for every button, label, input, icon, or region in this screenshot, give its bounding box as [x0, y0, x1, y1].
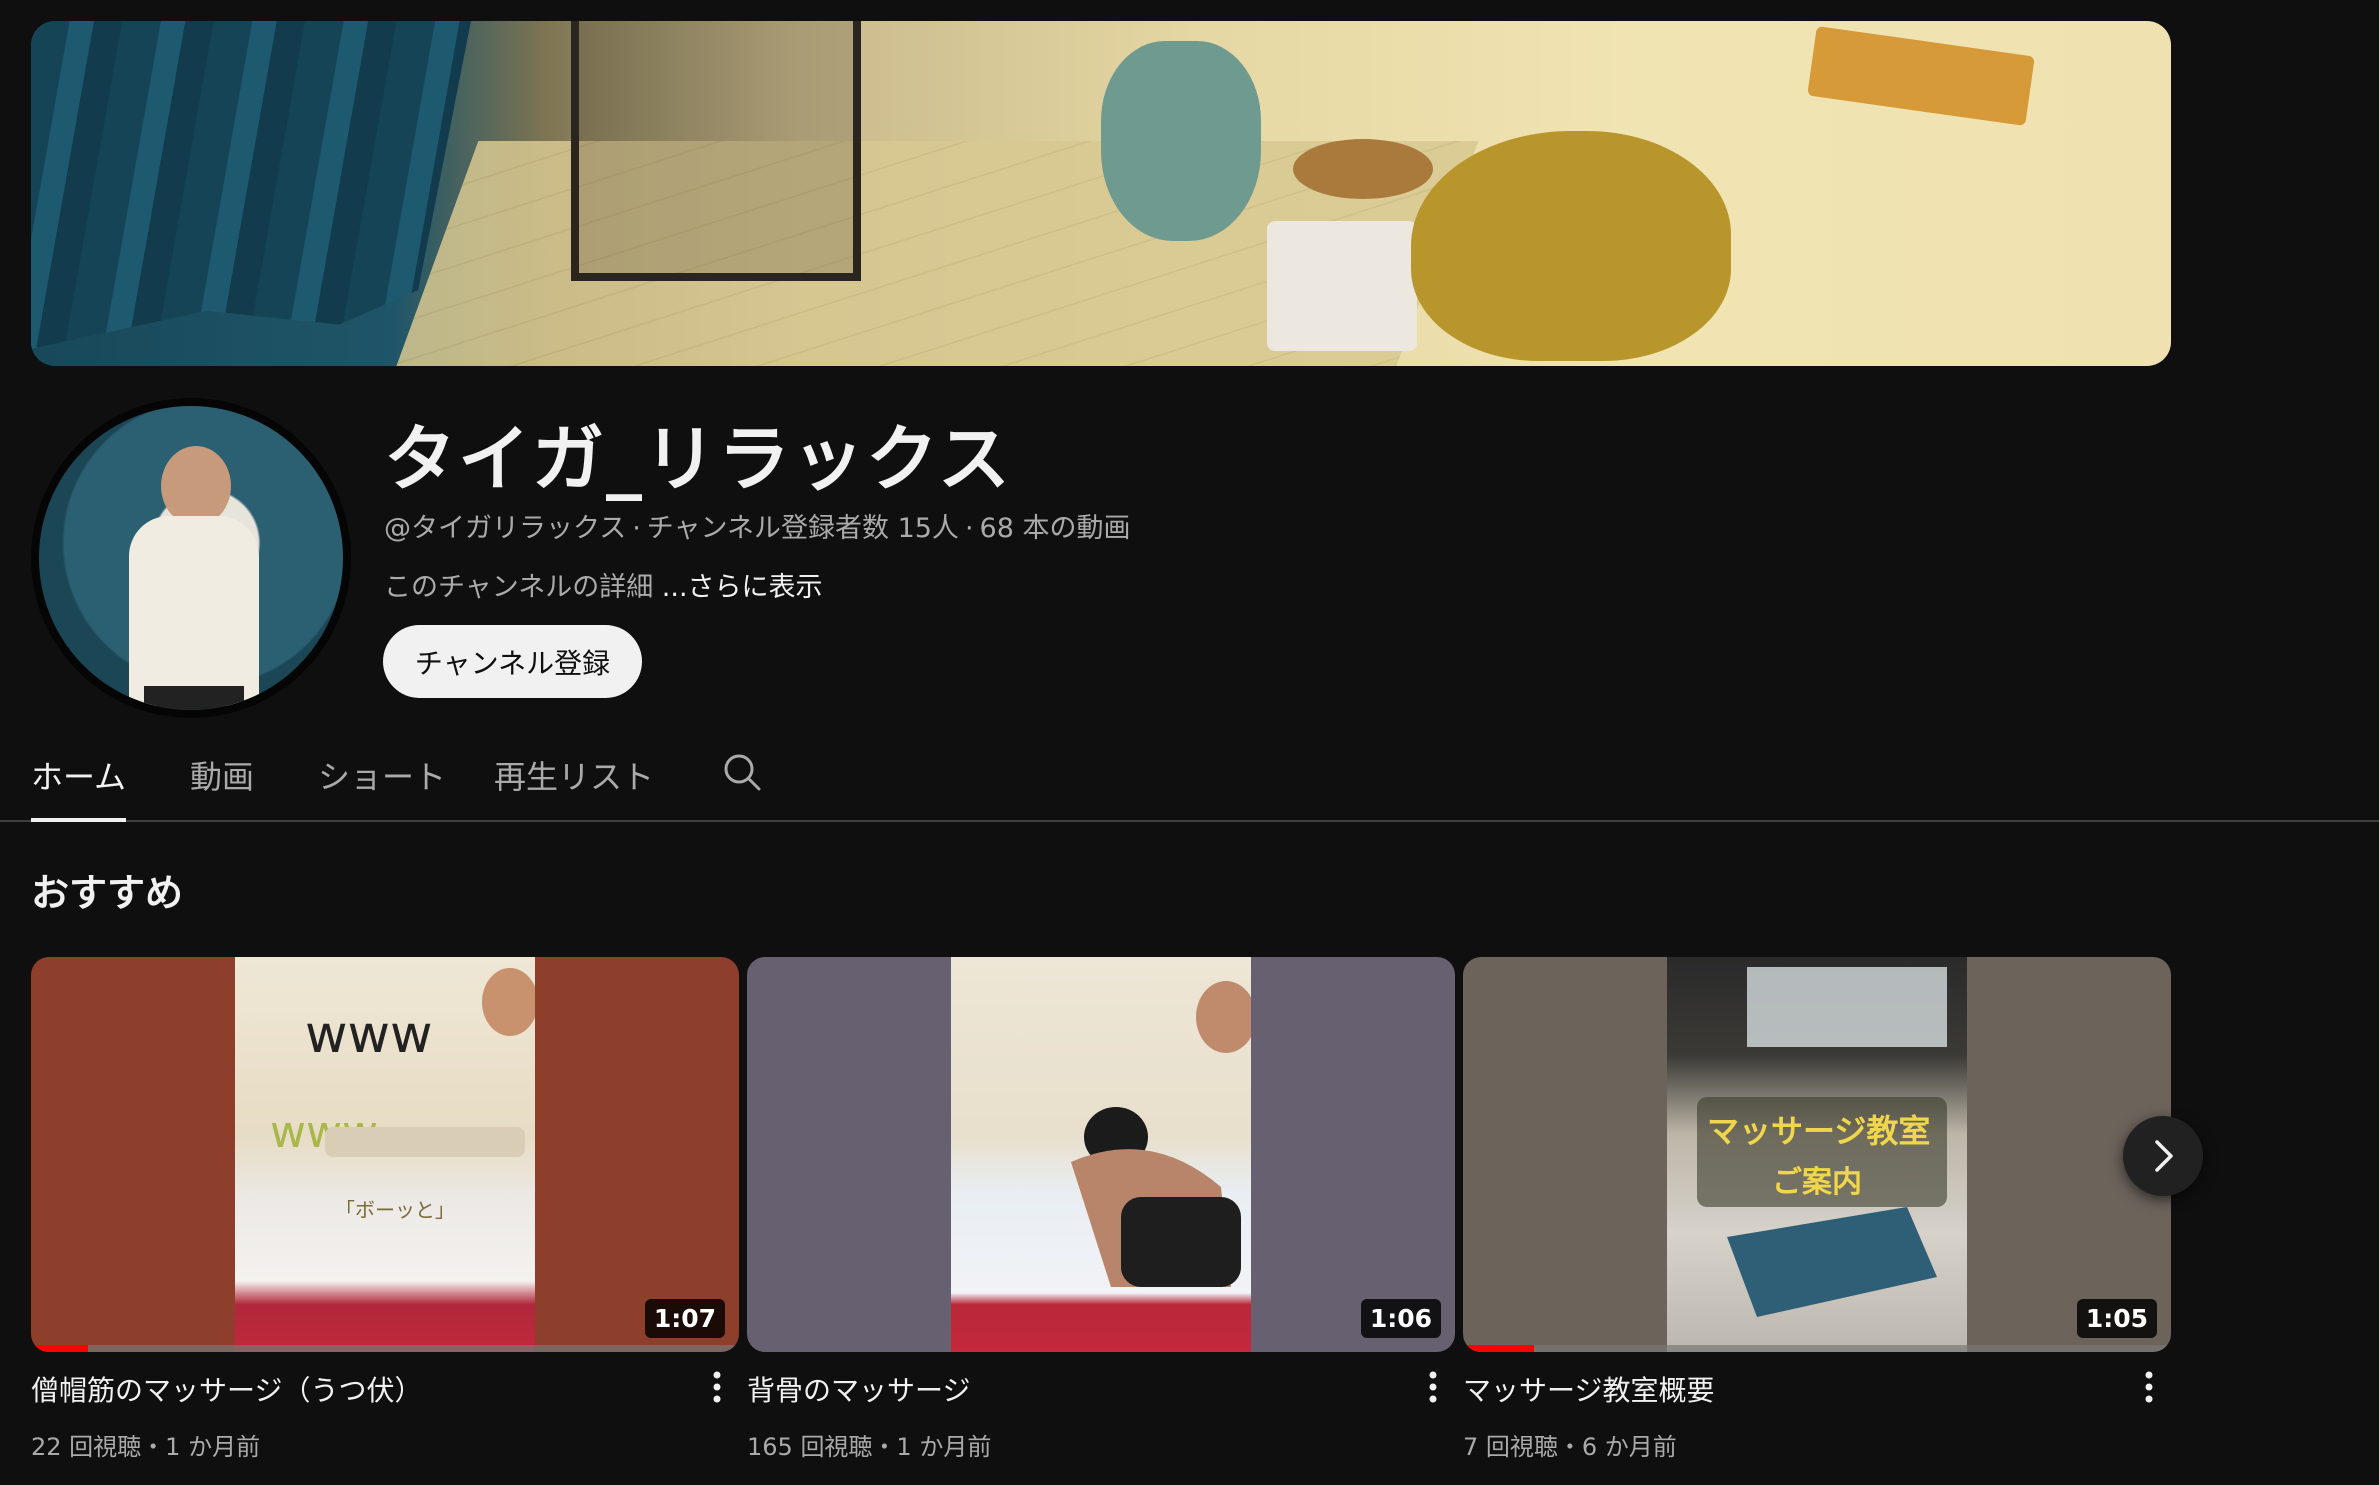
tab-home[interactable]: ホーム [31, 752, 127, 822]
video-card[interactable]: www www 「ボーッと」 1:07 僧帽筋のマッサージ（うつ伏） 22 回視… [31, 957, 739, 1461]
video-thumbnail[interactable]: www www 「ボーッと」 1:07 [31, 957, 739, 1352]
more-vert-icon[interactable] [2139, 1367, 2159, 1407]
banner-side-table [1293, 139, 1433, 199]
avatar-head [161, 446, 231, 526]
video-card[interactable]: 1:06 背骨のマッサージ 165 回視聴・1 か月前 [747, 957, 1455, 1461]
tab-shorts[interactable]: ショート [318, 752, 446, 822]
overlay-text-classroom: マッサージ教室 [1707, 1112, 1930, 1150]
banner-shelf [571, 21, 861, 281]
tab-videos[interactable]: 動画 [190, 752, 254, 822]
video-duration: 1:05 [2076, 1299, 2157, 1338]
video-title[interactable]: 背骨のマッサージ [747, 1369, 970, 1409]
video-card[interactable]: マッサージ教室 ご案内 1:05 マッサージ教室概要 7 回視聴・6 か月前 [1463, 957, 2171, 1461]
tab-playlists[interactable]: 再生リスト [494, 752, 654, 822]
video-duration: 1:06 [1360, 1299, 1441, 1338]
channel-avatar[interactable] [31, 398, 351, 718]
chevron-right-icon[interactable] [2123, 1116, 2203, 1196]
banner-chair-yellow [1411, 131, 1731, 361]
channel-name: タイガ_リラックス [384, 417, 1012, 501]
channel-banner [31, 21, 2171, 366]
video-thumbnail[interactable]: 1:06 [747, 957, 1455, 1352]
thumbnail-image [951, 957, 1256, 1352]
banner-basket [1267, 221, 1417, 351]
show-more-link[interactable]: ...さらに表示 [662, 572, 823, 603]
thumbnail-image: マッサージ教室 ご案内 [1667, 957, 1967, 1352]
video-thumbnail[interactable]: マッサージ教室 ご案内 1:05 [1463, 957, 2171, 1352]
overlay-text-quote: 「ボーッと」 [335, 1198, 455, 1222]
more-vert-icon[interactable] [707, 1367, 727, 1407]
video-meta: 22 回視聴・1 か月前 [31, 1433, 261, 1461]
overlay-text-guide: ご案内 [1772, 1165, 1862, 1200]
overlay-text-www-1: www [305, 1005, 433, 1065]
channel-handle[interactable]: @タイガリラックス [384, 513, 626, 544]
avatar-body [129, 516, 259, 706]
subscriber-count: チャンネル登録者数 15人 [646, 513, 959, 544]
banner-chair-green [1101, 41, 1261, 241]
channel-description[interactable]: このチャンネルの詳細 ...さらに表示 [384, 565, 823, 604]
watch-progress [1463, 1345, 2171, 1352]
video-duration: 1:07 [644, 1299, 725, 1338]
subscribe-button[interactable]: チャンネル登録 [383, 625, 642, 698]
search-icon[interactable] [722, 752, 762, 792]
video-meta: 165 回視聴・1 か月前 [747, 1433, 992, 1461]
channel-tabs: ホーム 動画 ショート 再生リスト [0, 740, 2379, 822]
banner-curtain [31, 21, 471, 349]
watch-progress-fill [1463, 1345, 1534, 1352]
video-count: 68 本の動画 [979, 513, 1131, 544]
video-meta: 7 回視聴・6 か月前 [1463, 1433, 1677, 1461]
thumbnail-image: www www 「ボーッと」 [235, 957, 538, 1352]
channel-page: タイガ_リラックス @タイガリラックス · チャンネル登録者数 15人 · 68 本の動… [0, 0, 2379, 1485]
watch-progress [31, 1345, 739, 1352]
banner-wall-shelf [1807, 26, 2035, 126]
more-vert-icon[interactable] [1423, 1367, 1443, 1407]
watch-progress-fill [31, 1345, 88, 1352]
channel-meta: @タイガリラックス · チャンネル登録者数 15人 · 68 本の動画 [384, 513, 1131, 544]
video-title[interactable]: マッサージ教室概要 [1463, 1369, 1714, 1409]
description-text: このチャンネルの詳細 [384, 572, 654, 603]
video-title[interactable]: 僧帽筋のマッサージ（うつ伏） [31, 1369, 422, 1409]
section-title: おすすめ [31, 871, 184, 915]
avatar-legs [144, 686, 244, 710]
